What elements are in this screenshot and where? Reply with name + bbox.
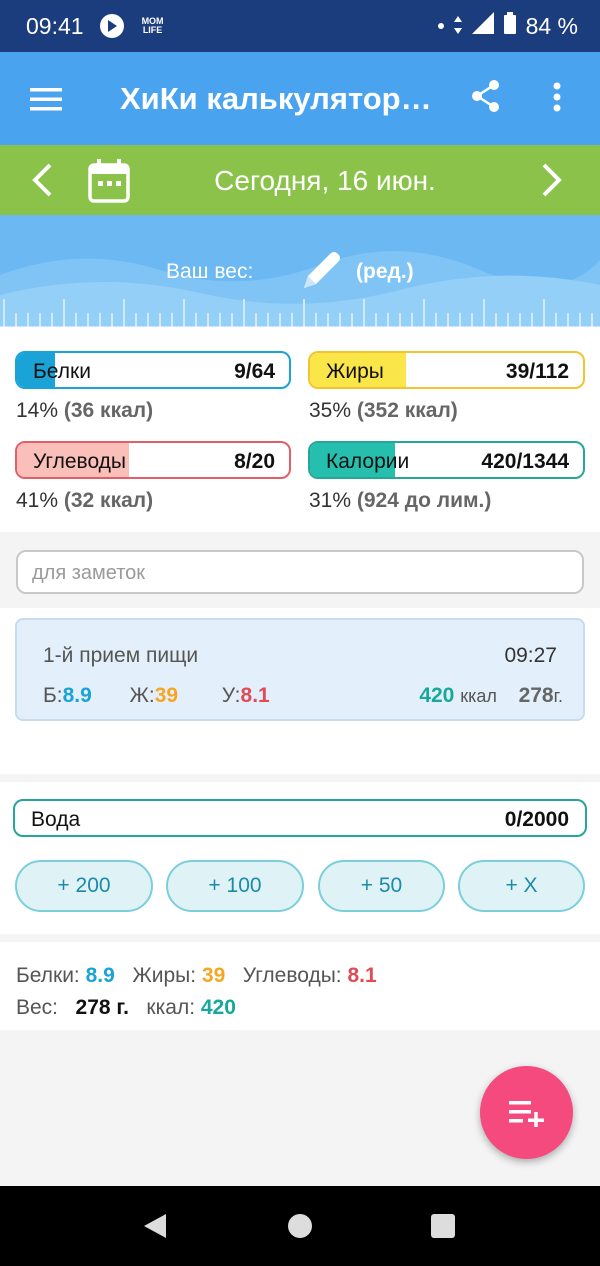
summary-fat-label: Жиры: (132, 964, 197, 987)
weight-label: Ваш вес: (166, 260, 254, 283)
meal-fat-label: Ж: (129, 684, 155, 707)
meal-weight-unit: г. (553, 686, 563, 706)
calories-bar: Калории 420/1344 (308, 441, 585, 479)
meal-stats: Б:8.9 Ж:39 У:8.1 420 ккал 278г. (43, 684, 563, 708)
back-icon (144, 1214, 166, 1238)
macros-card: Белки 9/64 14% (36 ккал) Жиры 39/112 35%… (0, 327, 600, 532)
nav-back-button[interactable] (115, 1186, 195, 1266)
meal-kcal-unit: ккал (460, 686, 497, 706)
summary-weight-label: Вес: (16, 996, 59, 1019)
calories-name: Калории (326, 450, 410, 473)
carbs-value: 8/20 (234, 450, 275, 473)
protein-value: 9/64 (234, 360, 275, 383)
water-value: 0/2000 (504, 808, 569, 831)
app-bar: ХиКи калькулятор… (0, 52, 600, 145)
meal-fat: 39 (154, 684, 179, 707)
meal-time: 09:27 (504, 644, 557, 667)
chevron-left-icon (32, 163, 52, 197)
protein-bar: Белки 9/64 (15, 351, 291, 389)
status-bar: 09:41 MOM LIFE 84 % (0, 0, 600, 52)
summary-totals: Вес: 278 г. ккал: 420 (16, 996, 236, 1020)
add-water-200-button[interactable]: + 200 (15, 860, 153, 912)
fat-value: 39/112 (505, 360, 569, 383)
chevron-right-icon (542, 163, 562, 197)
nav-home-button[interactable] (260, 1186, 340, 1266)
calendar-button[interactable] (88, 159, 130, 208)
app-title: ХиКи калькулятор… (120, 80, 432, 116)
menu-icon (30, 87, 62, 110)
play-icon (99, 14, 124, 38)
meal-card[interactable]: 1-й прием пищи 09:27 Б:8.9 Ж:39 У:8.1 42… (15, 618, 585, 721)
water-section: Вода 0/2000 + 200 + 100 + 50 + X (0, 782, 600, 934)
next-day-button[interactable] (540, 162, 564, 203)
summary-macros: Белки: 8.9 Жиры: 39 Углеводы: 8.1 (16, 964, 377, 988)
fat-name: Жиры (326, 360, 384, 383)
nav-recents-button[interactable] (403, 1186, 483, 1266)
menu-button[interactable] (0, 52, 92, 145)
weight-edit-link[interactable]: (ред.) (356, 260, 414, 284)
summary-protein: 8.9 (85, 964, 115, 987)
notes-section: для заметок (0, 532, 600, 608)
battery-level: 84 % (525, 12, 578, 39)
weight-banner[interactable]: Ваш вес: (ред.) (0, 215, 600, 327)
carbs-bar: Углеводы 8/20 (15, 441, 291, 479)
prev-day-button[interactable] (30, 162, 54, 203)
calendar-icon (88, 159, 130, 203)
meal-carbs: 8.1 (240, 684, 270, 707)
date-bar: Сегодня, 16 июн. (0, 145, 600, 215)
notes-input[interactable]: для заметок (16, 550, 584, 594)
share-button[interactable] (472, 80, 500, 117)
home-icon (288, 1214, 312, 1238)
summary-protein-label: Белки: (16, 964, 80, 987)
share-icon (472, 80, 499, 112)
fat-pct: 35% (352 ккал) (309, 399, 458, 422)
meal-protein-label: Б: (43, 684, 63, 707)
meal-kcal: 420 (419, 684, 455, 707)
water-bar: Вода 0/2000 (13, 799, 587, 837)
add-water-50-button[interactable]: + 50 (318, 860, 445, 912)
app-badge-icon: MOM LIFE (141, 16, 164, 35)
battery-icon (503, 12, 516, 40)
system-nav-bar (0, 1186, 600, 1266)
summary-carbs-label: Углеводы: (242, 964, 342, 987)
dot-icon (437, 23, 444, 29)
water-name: Вода (31, 808, 81, 831)
status-time: 09:41 (26, 12, 84, 39)
summary-carbs: 8.1 (347, 964, 377, 987)
calories-pct: 31% (924 до лим.) (309, 489, 492, 512)
current-date[interactable]: Сегодня, 16 июн. (150, 165, 500, 197)
protein-pct: 14% (36 ккал) (16, 399, 154, 422)
more-vert-icon (553, 82, 561, 112)
summary-kcal-label: ккал: (146, 996, 196, 1019)
meal-weight: 278 (518, 684, 554, 707)
meal-section: 1-й прием пищи 09:27 Б:8.9 Ж:39 У:8.1 42… (0, 608, 600, 774)
meal-name: 1-й прием пищи (43, 644, 199, 667)
fat-bar: Жиры 39/112 (308, 351, 585, 389)
daily-summary: Белки: 8.9 Жиры: 39 Углеводы: 8.1 Вес: 2… (0, 942, 600, 1030)
carbs-name: Углеводы (33, 450, 127, 473)
pencil-icon[interactable] (300, 248, 344, 297)
playlist-add-icon (508, 1100, 544, 1127)
summary-fat: 39 (201, 964, 226, 987)
data-arrows-icon (453, 13, 462, 40)
protein-name: Белки (33, 360, 91, 383)
add-meal-fab[interactable] (480, 1066, 573, 1159)
summary-weight: 278 г. (75, 996, 129, 1019)
meal-protein: 8.9 (62, 684, 92, 707)
carbs-pct: 41% (32 ккал) (16, 489, 154, 512)
add-water-100-button[interactable]: + 100 (166, 860, 304, 912)
signal-icon (471, 12, 494, 40)
calories-value: 420/1344 (481, 450, 569, 473)
recents-icon (431, 1214, 455, 1238)
meal-carbs-label: У: (221, 684, 241, 707)
add-water-custom-button[interactable]: + X (458, 860, 585, 912)
summary-kcal: 420 (200, 996, 236, 1019)
more-options-button[interactable] (552, 82, 562, 117)
